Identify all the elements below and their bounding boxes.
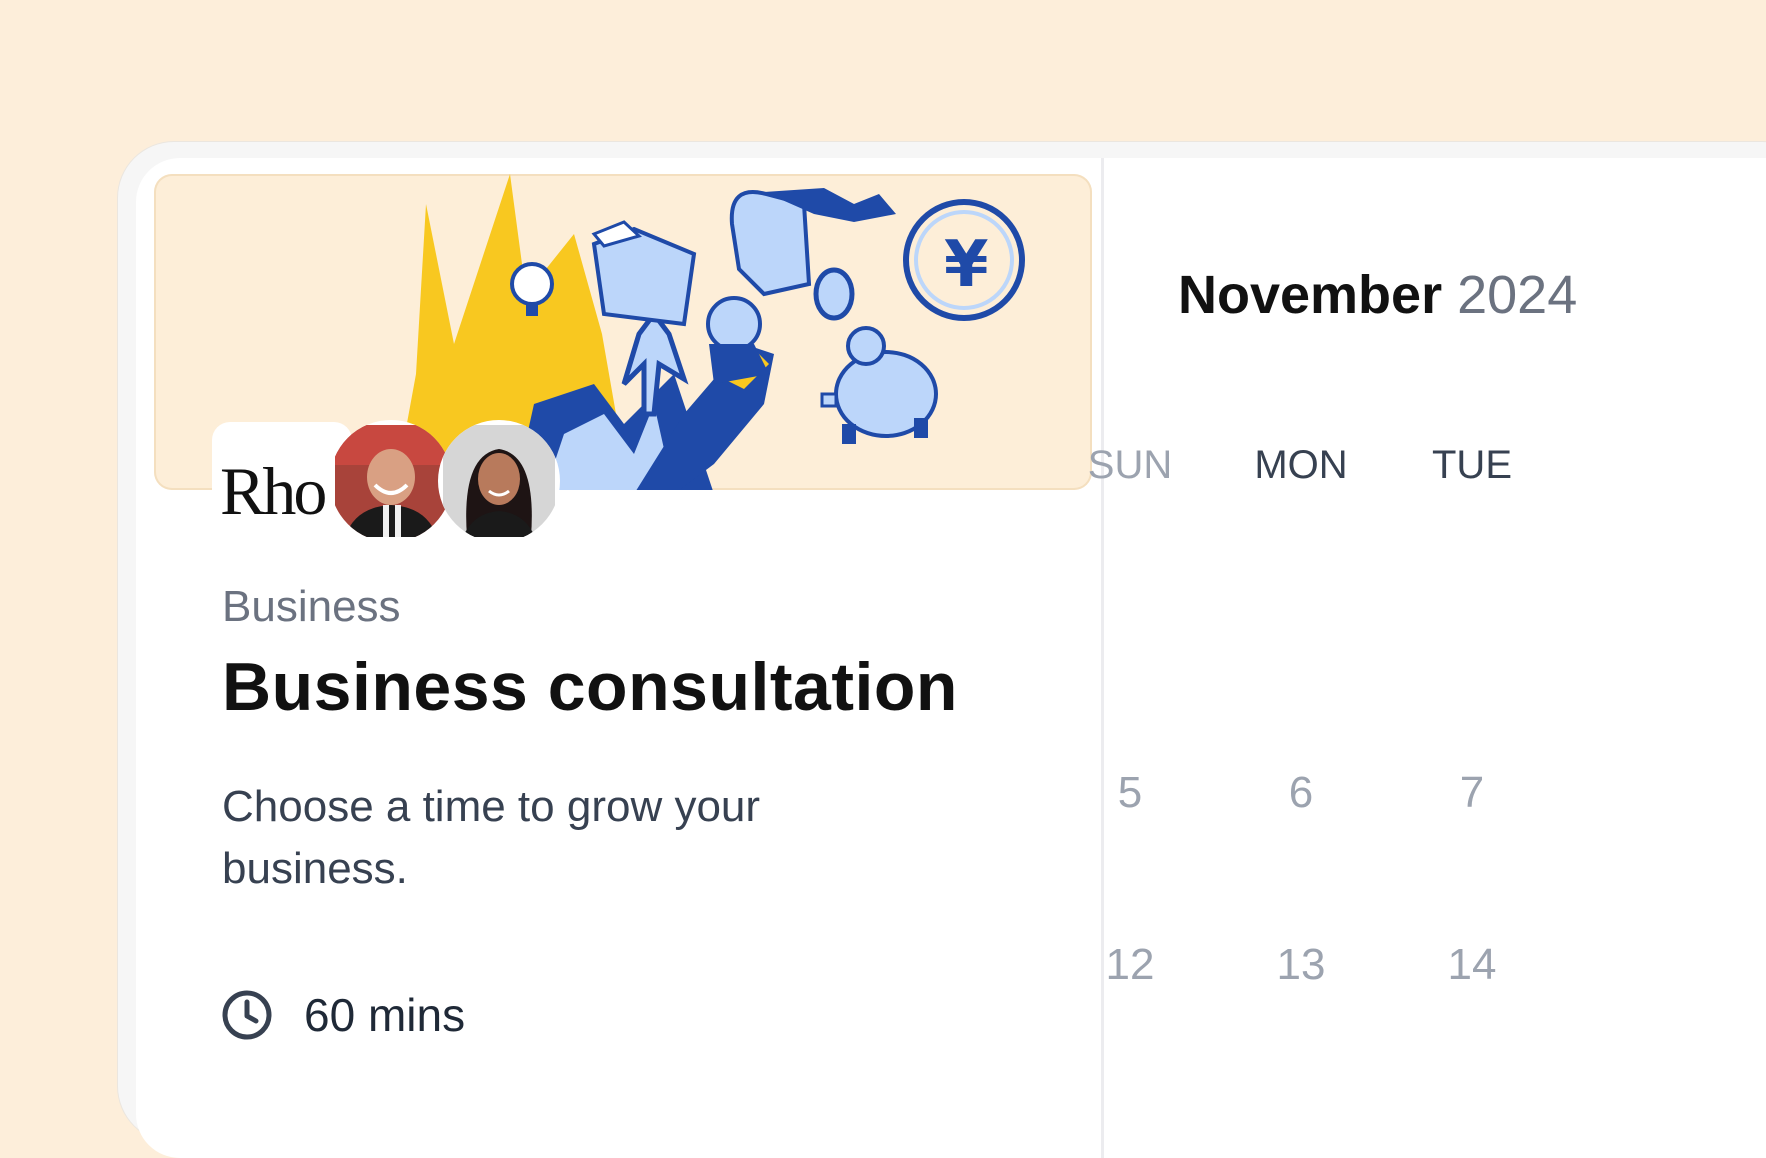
event-title: Business consultation: [222, 649, 958, 725]
calendar-day: 6: [1288, 768, 1314, 817]
calendar-day: 14: [1447, 940, 1497, 989]
event-duration: 60 mins: [304, 989, 466, 1041]
calendar-day: 7: [1459, 768, 1485, 817]
company-logo-text: Rho: [220, 453, 327, 522]
host-avatar-2: [438, 420, 560, 542]
event-description: Choose a time to grow your business.: [222, 782, 761, 893]
booking-card: ¥ Rho Business Business consultation Cho…: [136, 158, 1766, 1158]
calendar-month: November: [1178, 265, 1443, 325]
calendar-day: 5: [1117, 768, 1143, 817]
weekday-sun: SUN: [1087, 443, 1173, 487]
calendar-month-title: November 2024: [1178, 264, 1577, 326]
event-category: Business: [222, 582, 401, 631]
event-details-panel: ¥ Rho Business Business consultation Cho…: [136, 158, 1104, 1158]
weekday-mon: MON: [1254, 443, 1348, 487]
host-avatar-1: [330, 420, 452, 542]
calendar-day: 13: [1276, 940, 1326, 989]
calendar-day: 12: [1105, 940, 1155, 989]
weekday-tue: TUE: [1432, 443, 1512, 487]
clock-icon: [222, 990, 272, 1040]
calendar-year: 2024: [1457, 265, 1578, 325]
svg-text:¥: ¥: [944, 228, 989, 302]
